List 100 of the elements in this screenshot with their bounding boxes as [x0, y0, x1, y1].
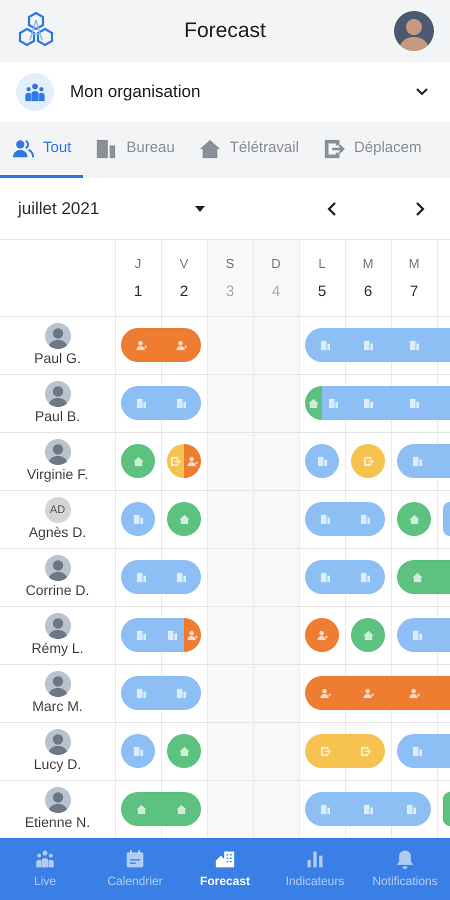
- building-icon: [176, 572, 186, 582]
- person-name: Virginie F.: [26, 467, 88, 483]
- organization-selector[interactable]: Mon organisation: [70, 79, 410, 105]
- buildings-icon: [215, 848, 235, 868]
- day-number: 3: [226, 284, 234, 299]
- building-icon: [136, 688, 146, 698]
- bell-icon: [395, 848, 415, 868]
- profile-avatar[interactable]: [394, 11, 434, 51]
- building-icon: [320, 572, 330, 582]
- user-avatar: [44, 439, 70, 466]
- person-name: Corrine D.: [26, 583, 90, 599]
- weekday-letter: J: [134, 257, 142, 270]
- weekday-letter: D: [271, 257, 281, 270]
- building-icon: [136, 572, 146, 582]
- house-icon: [198, 138, 221, 160]
- building-icon: [412, 456, 422, 466]
- house-icon: [408, 514, 420, 524]
- weekday-letter: M: [362, 257, 374, 270]
- building-icon: [406, 804, 416, 814]
- filter-tab[interactable]: Bureau: [83, 122, 187, 178]
- person-icon: [187, 456, 198, 466]
- house-icon: [362, 630, 374, 640]
- filter-tab[interactable]: Tout: [0, 122, 84, 178]
- people-icon: [12, 138, 34, 160]
- house-icon: [308, 398, 319, 408]
- user-avatar: [44, 671, 70, 698]
- person-name: Marc M.: [32, 699, 83, 715]
- organization-icon: [16, 73, 54, 111]
- nav-tab[interactable]: Forecast: [180, 838, 270, 900]
- weekday-letter: V: [180, 257, 188, 270]
- weekday-letter: S: [226, 257, 234, 270]
- month-label[interactable]: juillet 2021: [18, 196, 188, 222]
- building-icon: [320, 514, 330, 524]
- filter-tab[interactable]: Télétravail: [186, 122, 311, 178]
- day-number: 7: [410, 284, 418, 299]
- building-icon: [362, 398, 374, 408]
- person-name: Paul B.: [34, 409, 80, 425]
- user-avatar: [44, 555, 70, 582]
- nav-tab[interactable]: Live: [0, 838, 90, 900]
- nav-tab[interactable]: Indicateurs: [270, 838, 360, 900]
- person-icon: [362, 688, 374, 698]
- bar-chart-icon: [305, 848, 325, 868]
- person-name: Lucy D.: [34, 757, 82, 773]
- day-number: 4: [272, 284, 280, 299]
- day-number: 5: [318, 284, 326, 299]
- person-icon: [316, 630, 328, 640]
- building-icon: [328, 398, 339, 408]
- user-avatar: [44, 323, 70, 350]
- building-icon: [136, 630, 146, 640]
- person-name: Rémy L.: [31, 641, 84, 657]
- door-arrow-icon: [170, 456, 181, 466]
- person-name: Etienne N.: [24, 815, 90, 831]
- person-icon: [320, 688, 330, 698]
- user-avatar: [44, 381, 70, 408]
- house-icon: [178, 746, 190, 756]
- house-icon: [412, 572, 422, 582]
- building-icon: [316, 456, 328, 466]
- building-icon: [320, 340, 330, 350]
- house-icon: [136, 804, 146, 814]
- building-icon: [132, 514, 144, 524]
- weekday-letter: M: [408, 257, 420, 270]
- door-arrow-icon: [362, 456, 374, 466]
- filter-tab[interactable]: Déplacem: [310, 122, 434, 178]
- house-icon: [132, 456, 144, 466]
- user-avatar: [44, 613, 70, 640]
- building-icon: [176, 398, 186, 408]
- page-title: Forecast: [184, 18, 266, 44]
- day-number: 1: [134, 284, 142, 299]
- building-icon: [360, 572, 370, 582]
- person-icon: [187, 630, 198, 640]
- people-icon: [35, 848, 55, 868]
- building-icon: [167, 630, 178, 640]
- building-icon: [360, 514, 370, 524]
- initials-avatar: AD: [44, 497, 70, 524]
- building-icon: [362, 804, 374, 814]
- building-icon: [320, 804, 330, 814]
- nav-tab[interactable]: Calendrier: [90, 838, 180, 900]
- building-icon: [132, 746, 144, 756]
- person-name: Paul G.: [34, 351, 81, 367]
- building-icon: [408, 340, 420, 350]
- building-icon: [136, 398, 146, 408]
- day-number: 6: [364, 284, 372, 299]
- user-avatar: [44, 729, 70, 756]
- building-icon: [362, 340, 374, 350]
- door-arrow-icon: [360, 746, 370, 756]
- person-name: Agnès D.: [28, 525, 86, 541]
- building-icon: [95, 138, 118, 160]
- building-icon: [412, 746, 422, 756]
- house-icon: [178, 514, 190, 524]
- door-arrow-icon: [320, 746, 330, 756]
- calendar-icon: [125, 848, 145, 868]
- building-icon: [412, 630, 422, 640]
- house-icon: [176, 804, 186, 814]
- person-icon: [176, 340, 186, 350]
- person-icon: [408, 688, 420, 698]
- nav-tab[interactable]: Notifications: [360, 838, 450, 900]
- door-arrow-icon: [322, 138, 345, 160]
- person-icon: [136, 340, 146, 350]
- building-icon: [408, 398, 420, 408]
- building-icon: [176, 688, 186, 698]
